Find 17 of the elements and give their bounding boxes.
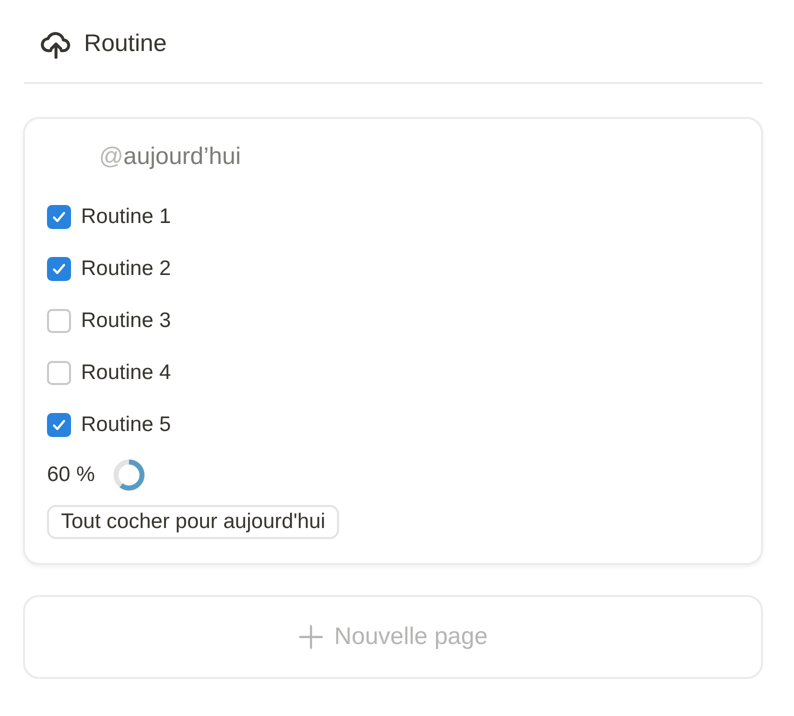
routine-label: Routine 4	[81, 361, 171, 385]
checkbox[interactable]	[47, 309, 71, 333]
routine-label: Routine 5	[81, 413, 171, 437]
routine-label: Routine 1	[81, 205, 171, 229]
page-title: Routine	[84, 30, 167, 58]
checkbox[interactable]	[47, 257, 71, 281]
routine-label: Routine 3	[81, 309, 171, 333]
routine-label: Routine 2	[81, 257, 171, 281]
checkbox[interactable]	[47, 361, 71, 385]
mention-date: aujourd’hui	[123, 143, 241, 170]
plus-icon	[298, 624, 324, 650]
checkbox[interactable]	[47, 413, 71, 437]
checkbox[interactable]	[47, 205, 71, 229]
progress-ring	[110, 457, 147, 493]
check-all-button[interactable]: Tout cocher pour aujourd'hui	[47, 505, 340, 539]
mention-symbol: @	[99, 143, 124, 170]
progress-reading: 60 %	[47, 463, 95, 487]
